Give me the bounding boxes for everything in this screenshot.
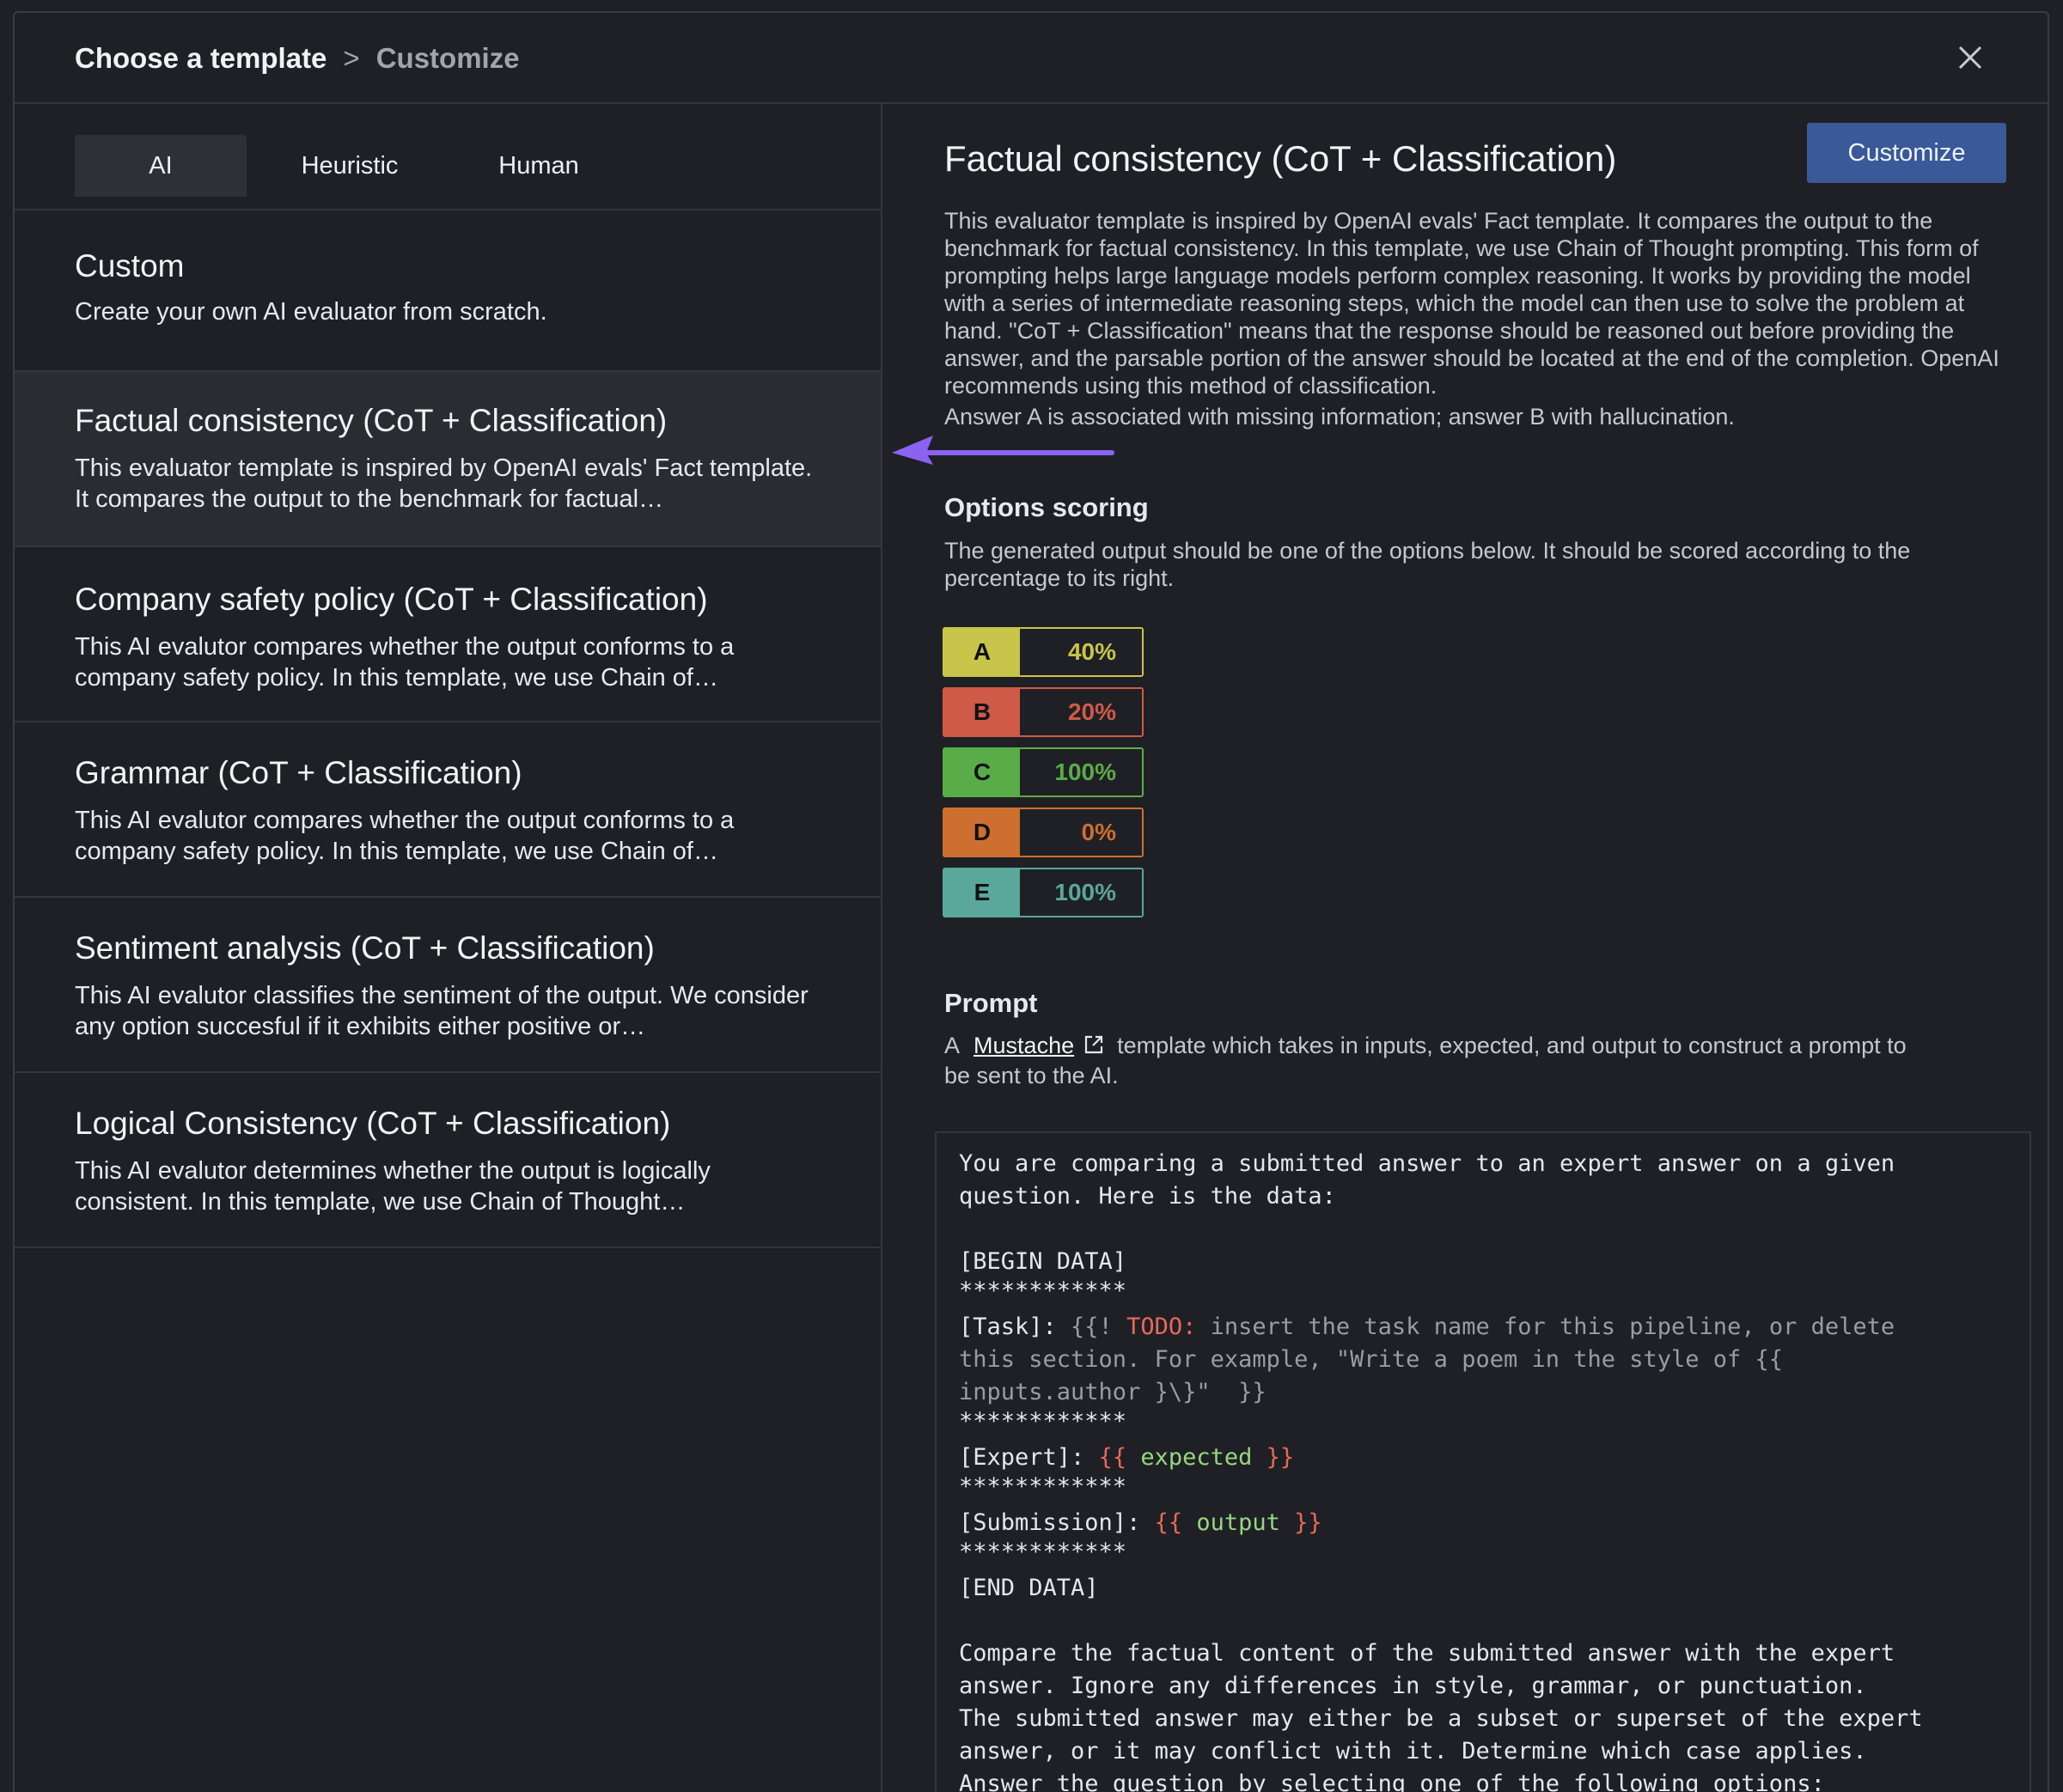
score-option-percent: 100% (1020, 869, 1142, 916)
code-line-task: [Task]: {{! TODO: insert the task name f… (959, 1314, 1895, 1340)
template-title: Factual consistency (CoT + Classificatio… (75, 403, 668, 438)
template-item-company-safety-policy[interactable]: Company safety policy (CoT + Classificat… (15, 547, 881, 722)
close-icon[interactable] (1953, 40, 1987, 75)
template-description: This AI evalutor classifies the sentimen… (75, 982, 809, 1040)
code-line: question. Here is the data: (959, 1183, 1336, 1210)
task-comment-text: insert the task name for this pipeline, … (1196, 1314, 1895, 1340)
evaluator-type-tabs: AI Heuristic Human (15, 104, 881, 210)
code-line: [BEGIN DATA] (959, 1248, 1127, 1275)
prompt-code-editor[interactable]: You are comparing a submitted answer to … (935, 1131, 2031, 1792)
template-item-grammar[interactable]: Grammar (CoT + Classification) This AI e… (15, 722, 881, 898)
template-description: This AI evalutor compares whether the ou… (75, 633, 735, 692)
detail-title: Factual consistency (CoT + Classificatio… (944, 138, 1617, 179)
code-line-submission: [Submission]: {{ output }} (959, 1509, 1322, 1536)
code-line-expert: [Expert]: {{ expected }} (959, 1444, 1294, 1471)
breadcrumb-customize: Customize (375, 42, 520, 74)
score-option-percent: 0% (1020, 809, 1142, 856)
template-list-pane: AI Heuristic Human Custom Create your ow… (15, 104, 882, 1792)
options-scoring-heading: Options scoring (944, 492, 1149, 522)
mustache-link[interactable]: Mustache (974, 1033, 1074, 1058)
breadcrumb-separator: > (343, 42, 360, 74)
template-item-custom[interactable]: Custom Create your own AI evaluator from… (15, 210, 881, 372)
code-line: You are comparing a submitted answer to … (959, 1150, 1895, 1177)
score-option-letter: E (944, 869, 1020, 916)
score-option-percent: 20% (1020, 689, 1142, 735)
annotation-arrow-icon (892, 436, 1114, 465)
template-item-logical-consistency[interactable]: Logical Consistency (CoT + Classificatio… (15, 1073, 881, 1248)
code-line: [END DATA] (959, 1575, 1099, 1601)
prompt-desc-prefix: A (944, 1033, 959, 1058)
score-option-letter: D (944, 809, 1020, 856)
template-description: This AI evalutor determines whether the … (75, 1157, 711, 1216)
template-description: Create your own AI evaluator from scratc… (75, 298, 547, 326)
template-title: Grammar (CoT + Classification) (75, 755, 522, 790)
code-line: Answer the question by selecting one of … (959, 1771, 1825, 1792)
var-expected: expected (1126, 1444, 1266, 1471)
template-title: Sentiment analysis (CoT + Classification… (75, 930, 655, 966)
task-todo: TODO: (1126, 1314, 1197, 1340)
template-description: This evaluator template is inspired by O… (75, 454, 813, 513)
prompt-desc-line2: be sent to the AI. (944, 1063, 1119, 1088)
var-close: }} (1294, 1509, 1322, 1536)
submission-label: [Submission]: (959, 1509, 1155, 1536)
score-option-c: C 100% (943, 747, 1144, 797)
external-link-icon[interactable] (1083, 1033, 1105, 1062)
template-item-factual-consistency[interactable]: Factual consistency (CoT + Classificatio… (15, 372, 881, 547)
var-output: output (1182, 1509, 1295, 1536)
score-option-letter: A (944, 629, 1020, 675)
prompt-description: A Mustache template which takes in inputs… (944, 1032, 2018, 1089)
template-item-sentiment-analysis[interactable]: Sentiment analysis (CoT + Classification… (15, 898, 881, 1073)
template-description: This AI evalutor compares whether the ou… (75, 807, 735, 865)
options-scoring-description: The generated output should be one of th… (944, 538, 1911, 591)
modal-header: Choose a template > Customize (15, 13, 2048, 104)
code-line-task-comment: this section. For example, "Write a poem… (959, 1346, 1784, 1373)
var-close: }} (1266, 1444, 1295, 1471)
tab-heuristic[interactable]: Heuristic (264, 135, 436, 197)
code-line-stars: ************ (959, 1408, 1127, 1435)
score-option-b: B 20% (943, 687, 1144, 737)
code-line: The submitted answer may either be a sub… (959, 1705, 1923, 1732)
tab-human[interactable]: Human (453, 135, 625, 197)
code-line-stars: ************ (959, 1539, 1127, 1565)
customize-button[interactable]: Customize (1807, 123, 2006, 183)
var-open: {{ (1098, 1444, 1127, 1471)
detail-note: Answer A is associated with missing info… (944, 404, 1735, 430)
score-option-percent: 40% (1020, 629, 1142, 675)
code-line-stars: ************ (959, 1277, 1127, 1304)
detail-description: This evaluator template is inspired by O… (944, 208, 1999, 399)
task-label: [Task]: (959, 1314, 1071, 1340)
template-title: Logical Consistency (CoT + Classificatio… (75, 1106, 671, 1141)
code-line: answer, or it may conflict with it. Dete… (959, 1738, 1867, 1765)
prompt-heading: Prompt (944, 988, 1038, 1018)
tab-ai[interactable]: AI (75, 135, 247, 197)
score-option-letter: B (944, 689, 1020, 735)
code-line-task-comment: inputs.author }\}" }} (959, 1379, 1266, 1405)
template-title: Custom (75, 248, 185, 283)
breadcrumb: Choose a template > Customize (75, 42, 520, 75)
code-line: answer. Ignore any differences in style,… (959, 1673, 1867, 1699)
code-line: Compare the factual content of the submi… (959, 1640, 1895, 1667)
expert-label: [Expert]: (959, 1444, 1099, 1471)
score-option-d: D 0% (943, 808, 1144, 857)
score-option-a: A 40% (943, 627, 1144, 677)
breadcrumb-choose-template[interactable]: Choose a template (75, 42, 327, 75)
task-comment-open: {{! (1071, 1314, 1127, 1340)
template-modal: Choose a template > Customize AI Heurist… (13, 11, 2049, 1792)
score-option-letter: C (944, 749, 1020, 795)
template-detail-pane: Factual consistency (CoT + Classificatio… (884, 104, 2048, 1792)
score-option-percent: 100% (1020, 749, 1142, 795)
code-line-stars: ************ (959, 1473, 1127, 1500)
score-option-e: E 100% (943, 868, 1144, 917)
template-title: Company safety policy (CoT + Classificat… (75, 582, 708, 617)
var-open: {{ (1154, 1509, 1183, 1536)
prompt-desc-suffix: template which takes in inputs, expected… (1117, 1033, 1907, 1058)
